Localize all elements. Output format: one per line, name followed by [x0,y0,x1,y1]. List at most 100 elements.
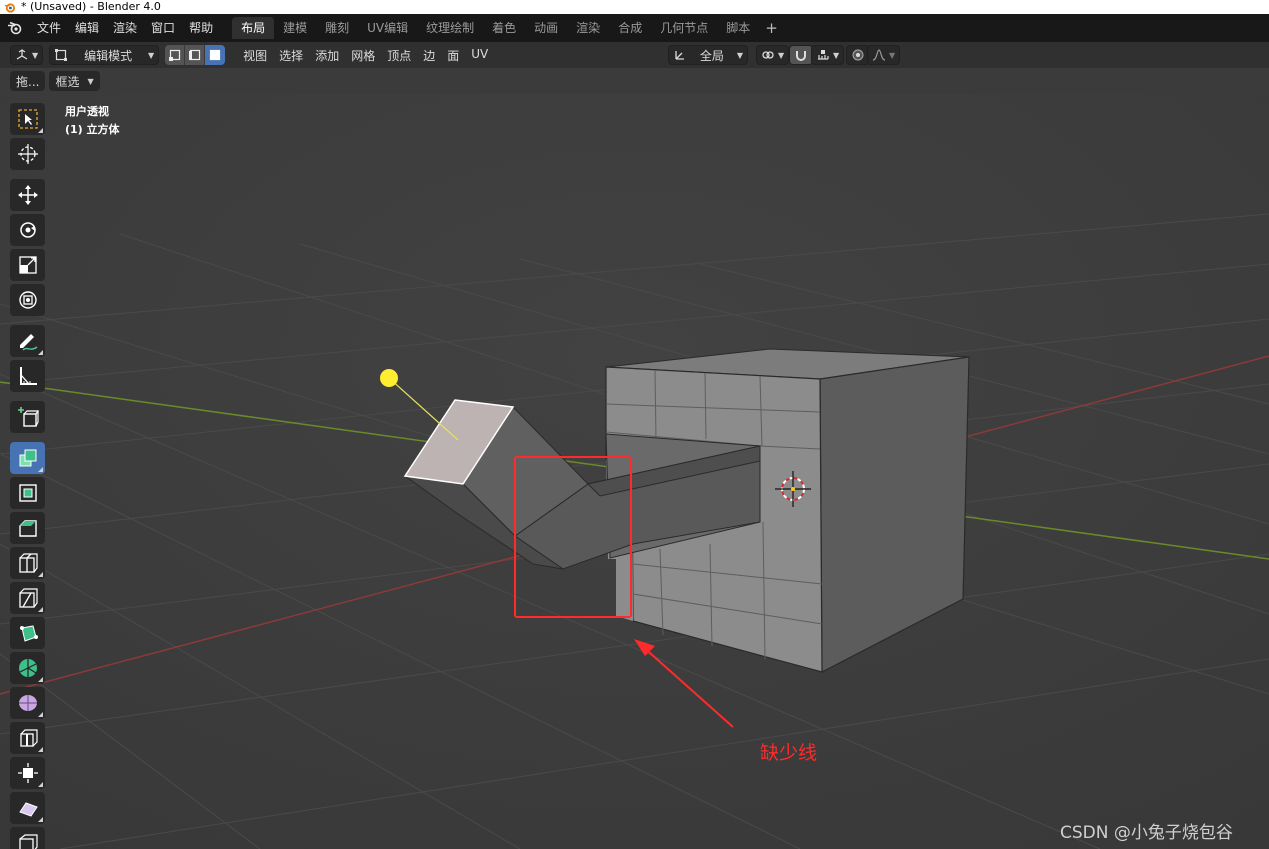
menu-vertex[interactable]: 顶点 [381,47,417,64]
menu-face[interactable]: 面 [441,47,465,64]
transform-icon [18,291,37,309]
select-box-tool[interactable] [10,103,45,135]
menu-uv[interactable]: UV [465,47,494,64]
rip-region-icon [18,834,38,849]
rotate-tool[interactable] [10,214,45,246]
menu-help[interactable]: 帮助 [182,14,220,42]
scale-tool[interactable] [10,249,45,281]
pivot-dropdown[interactable]: ▼ [756,45,790,65]
tab-scripting[interactable]: 脚本 [717,17,759,39]
edge-select-icon [188,49,200,61]
tab-modeling[interactable]: 建模 [274,17,316,39]
light-icon[interactable] [380,369,398,387]
blender-menu-icon[interactable] [0,14,30,42]
menu-edge[interactable]: 边 [417,47,441,64]
smooth-tool[interactable] [10,687,45,719]
knife-tool[interactable] [10,582,45,614]
edge-slide-tool[interactable] [10,722,45,754]
mode-label: 编辑模式 [84,48,133,63]
tab-geometry-nodes[interactable]: 几何节点 [651,17,717,39]
editor-type-button[interactable]: ▼ [10,45,44,65]
add-cube-icon [17,407,39,427]
face-select-button[interactable] [205,45,226,65]
annotate-pencil-icon [19,334,37,351]
transform-tool[interactable] [10,284,45,316]
tab-texture-paint[interactable]: 纹理绘制 [417,17,483,39]
shrink-fatten-tool[interactable] [10,757,45,789]
edge-select-button[interactable] [185,45,206,65]
chevron-down-icon: ▼ [32,50,39,60]
menu-edit[interactable]: 编辑 [68,14,106,42]
blender-logo-icon [4,2,15,13]
rip-tool[interactable] [10,827,45,849]
falloff-curve-icon [872,49,886,61]
mode-dropdown[interactable]: 编辑模式 ▼ [49,45,160,65]
add-workspace-button[interactable]: + [759,19,784,37]
cursor-icon [17,144,38,164]
select-box-icon [17,109,38,129]
falloff-dropdown[interactable]: ▼ [867,45,901,65]
menu-window[interactable]: 窗口 [144,14,182,42]
shear-tool[interactable] [10,792,45,824]
measure-ruler-icon [19,367,37,385]
shear-icon [18,802,38,817]
measure-tool[interactable] [10,360,45,392]
vertex-select-button[interactable] [165,45,186,65]
snap-toggle[interactable] [789,45,813,65]
tab-sculpting[interactable]: 雕刻 [316,17,358,39]
tab-layout[interactable]: 布局 [232,17,275,39]
tab-animation[interactable]: 动画 [525,17,567,39]
annotation-label: 缺少线 [760,742,818,764]
loop-cut-icon [18,553,38,573]
transform-orientation-icon [675,51,684,60]
menu-render[interactable]: 渲染 [106,14,144,42]
chevron-down-icon: ▼ [147,50,155,60]
spin-tool[interactable] [10,652,45,684]
menu-select[interactable]: 选择 [273,47,309,64]
extrude-tool[interactable] [10,442,45,474]
viewport-info: 用户透视 (1) 立方体 [65,103,120,139]
annotate-tool[interactable] [10,325,45,357]
edit-mode-icon [55,49,68,61]
inset-tool[interactable] [10,477,45,509]
menu-add[interactable]: 添加 [309,47,345,64]
tool-shelf [9,103,46,849]
extrude-region-icon [19,449,36,467]
object-name: (1) 立方体 [65,123,120,136]
snap-increment-icon [818,50,829,60]
viewport-scene[interactable] [0,94,1269,849]
header-menus: 视图 选择 添加 网格 顶点 边 面 UV [237,47,494,64]
view3d-editor-icon [16,49,28,60]
poly-build-icon [19,625,38,642]
tab-compositing[interactable]: 合成 [609,17,651,39]
poly-build-tool[interactable] [10,617,45,649]
tab-uv-editing[interactable]: UV编辑 [358,17,417,39]
orientation-dropdown[interactable]: 全局 ▼ [668,45,748,65]
smooth-vertices-icon [18,695,37,711]
3d-viewport[interactable]: 用户透视 (1) 立方体 缺少线 CSDN @小兔子烧包谷 [0,94,1269,849]
face-select-icon [210,49,221,61]
move-tool[interactable] [10,179,45,211]
snap-target-dropdown[interactable]: ▼ [811,45,845,65]
drag-dropdown[interactable]: 拖... [10,71,46,91]
chevron-down-icon: ▼ [889,50,896,60]
top-bar: 文件 编辑 渲染 窗口 帮助 布局 建模 雕刻 UV编辑 纹理绘制 着色 动画 … [0,14,1269,42]
select-mode-label: 框选 [55,74,80,89]
cursor-tool[interactable] [10,138,45,170]
loop-cut-tool[interactable] [10,547,45,579]
select-mode-dropdown[interactable]: 框选 ▼ [49,71,100,91]
menu-file[interactable]: 文件 [30,14,68,42]
tool-settings-header: 拖... 框选 ▼ [0,68,1269,94]
inset-faces-icon [18,484,37,502]
proportional-edit-icon [852,49,864,61]
spin-icon [18,659,37,677]
menu-view[interactable]: 视图 [237,47,273,64]
menu-mesh[interactable]: 网格 [345,47,381,64]
tab-rendering[interactable]: 渲染 [567,17,609,39]
vertex-select-icon [168,49,180,61]
scale-icon [18,256,37,274]
add-cube-tool[interactable] [10,401,45,433]
tab-shading[interactable]: 着色 [483,17,525,39]
bevel-tool[interactable] [10,512,45,544]
workspace-tabs: 布局 建模 雕刻 UV编辑 纹理绘制 着色 动画 渲染 合成 几何节点 脚本 + [232,17,784,39]
